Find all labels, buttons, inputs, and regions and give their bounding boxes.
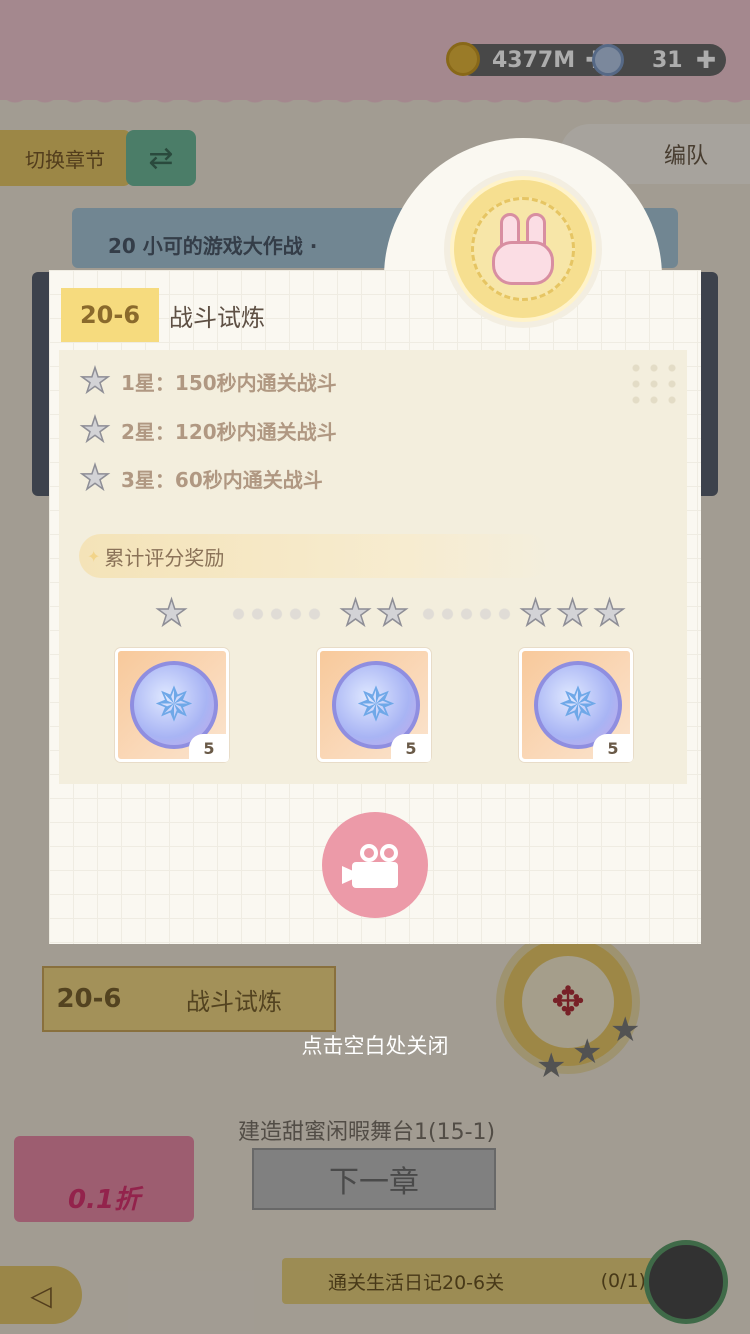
condition-text: 3星：60秒内通关战斗	[121, 467, 323, 492]
star-icon: ★	[556, 593, 590, 634]
stage-detail-modal: 20-6 战斗试炼 ★ 1星：150秒内通关战斗 ★ 2星：120秒内通关战斗 …	[49, 270, 701, 944]
sparkle-icon: ✦	[87, 546, 101, 566]
reward-header-label: 累计评分奖励	[104, 545, 225, 570]
stage-emblem	[450, 176, 596, 322]
star-icon: ★	[519, 593, 553, 634]
condition-row: ★ 3星：60秒内通关战斗	[77, 459, 323, 497]
reward-quantity: 5	[189, 734, 229, 762]
reward-item[interactable]: ✵ 5	[115, 648, 229, 762]
reward-quantity: 5	[593, 734, 633, 762]
reward-header: ✦ 累计评分奖励	[79, 534, 549, 578]
condition-text: 2星：120秒内通关战斗	[121, 419, 337, 444]
star-icon: ★	[593, 593, 627, 634]
condition-row: ★ 2星：120秒内通关战斗	[77, 411, 337, 449]
video-camera-icon	[342, 842, 404, 888]
condition-row: ★ 1星：150秒内通关战斗	[77, 362, 337, 400]
progress-dots	[229, 608, 321, 620]
tier-3-stars: ★ ★ ★	[517, 594, 628, 634]
reward-quantity: 5	[391, 734, 431, 762]
star-icon: ★	[376, 593, 410, 634]
bunny-icon	[490, 213, 556, 285]
stage-title: 战斗试炼	[169, 304, 265, 332]
progress-dots	[419, 608, 511, 620]
star-icon: ★	[79, 458, 111, 498]
conditions-panel: ★ 1星：150秒内通关战斗 ★ 2星：120秒内通关战斗 ★ 3星：60秒内通…	[59, 350, 687, 784]
decor-dots	[627, 360, 683, 408]
star-icon: ★	[339, 593, 373, 634]
reward-item[interactable]: ✵ 5	[317, 648, 431, 762]
star-icon: ★	[79, 410, 111, 450]
replay-video-button[interactable]	[322, 812, 428, 918]
close-hint: 点击空白处关闭	[301, 1034, 449, 1058]
reward-item[interactable]: ✵ 5	[519, 648, 633, 762]
star-icon: ★	[155, 593, 189, 634]
tier-2-stars: ★ ★	[337, 594, 411, 634]
stage-tag: 20-6	[61, 288, 159, 342]
star-icon: ★	[79, 361, 111, 401]
tier-1-stars: ★	[153, 594, 190, 634]
condition-text: 1星：150秒内通关战斗	[121, 370, 337, 395]
